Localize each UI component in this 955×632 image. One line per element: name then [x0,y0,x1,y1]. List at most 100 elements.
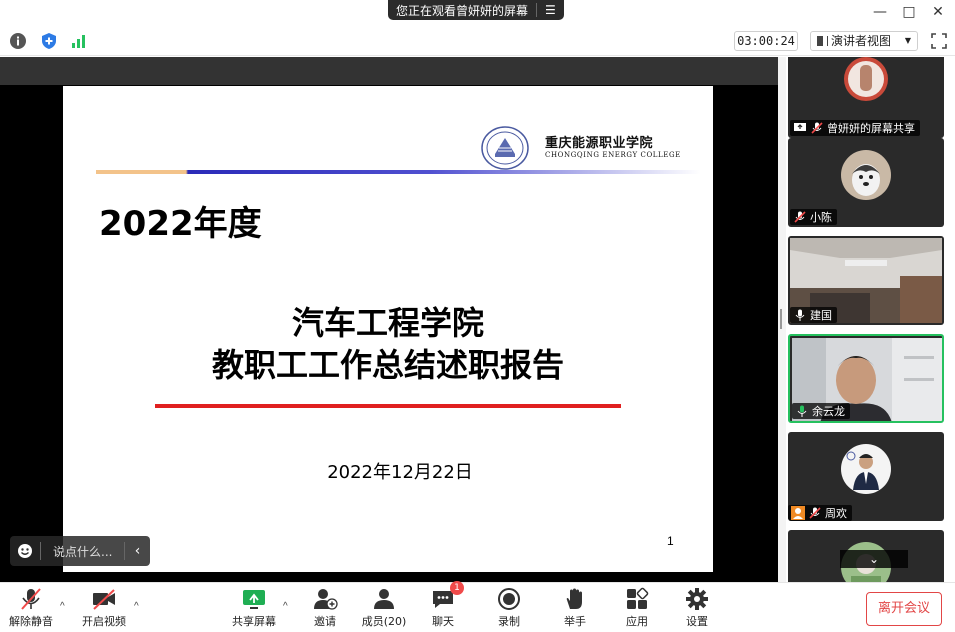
members-icon [374,589,394,609]
mic-muted-icon [794,211,806,223]
mic-muted-icon [21,588,41,610]
avatar [841,444,891,494]
shared-screen-area: 重庆能源职业学院 CHONGQING ENERGY COLLEGE 2022年度… [0,57,778,582]
slide-date: 2022年12月22日 [327,462,473,483]
maximize-icon[interactable]: □ [899,3,919,21]
participant-tile[interactable]: ⌄ [788,530,944,582]
mic-speaking-icon [797,405,807,417]
participant-name: 曾妍妍的屏幕共享 [827,122,915,135]
leave-meeting-button[interactable]: 离开会议 [866,592,942,626]
presentation-slide: 重庆能源职业学院 CHONGQING ENERGY COLLEGE 2022年度… [63,86,713,572]
view-mode-dropdown[interactable]: 演讲者视图 ▼ [810,31,918,51]
participant-name: 建国 [810,309,832,322]
panel-collapse-handle[interactable] [778,57,786,582]
divider [536,3,538,17]
chevron-down-icon[interactable]: ⌄ [840,550,908,568]
chevron-up-icon[interactable]: ^ [283,601,288,612]
participant-name-tag: 曾妍妍的屏幕共享 [790,120,920,136]
meeting-toolbar: 解除静音 ^ 开启视频 ^ 共享屏幕 ^ 邀请 成员(20) 1 聊天 录制 举… [0,581,955,632]
slide-header-line [96,170,701,174]
participant-name: 周欢 [825,507,847,520]
view-mode-label: 演讲者视图 [831,34,892,48]
info-bar: 03:00:24 演讲者视图 ▼ [0,26,955,56]
college-name-cn: 重庆能源职业学院 [545,136,654,151]
participant-tile[interactable]: 建国 [788,236,944,325]
share-banner[interactable]: 您正在观看曾妍妍的屏幕 ☰ [388,0,564,20]
record-button[interactable]: 录制 [496,587,522,631]
unmute-label: 解除静音 [9,615,53,628]
list-icon[interactable]: ☰ [545,3,556,17]
participant-name: 余云龙 [812,405,845,418]
invite-label: 邀请 [314,615,336,628]
participant-name-tag: 建国 [790,307,837,323]
signal-strength-icon[interactable] [70,32,88,50]
slide-title-line2: 教职工工作总结述职报告 [211,346,564,384]
college-logo: 重庆能源职业学院 CHONGQING ENERGY COLLEGE [481,126,680,170]
college-seal-icon [481,126,529,170]
raise-hand-icon [566,588,582,609]
gear-icon [686,588,708,610]
chat-button[interactable]: 1 聊天 [430,581,464,631]
participant-tile[interactable]: 周欢 [788,432,944,521]
chat-unread-badge: 1 [450,581,464,595]
slide-year: 2022年度 [99,204,262,244]
share-screen-button[interactable]: 共享屏幕 [230,587,278,631]
share-screen-label: 共享屏幕 [232,615,276,628]
settings-button[interactable]: 设置 [684,587,710,631]
info-icon[interactable] [9,32,27,50]
title-bar: 您正在观看曾妍妍的屏幕 ☰ — □ ✕ [0,0,955,26]
college-name-en: CHONGQING ENERGY COLLEGE [545,151,681,159]
participant-panel: 曾妍妍的屏幕共享 小陈 建国 余云龙 周欢 ⌄ [778,57,955,582]
settings-label: 设置 [686,615,708,628]
participant-name-tag: 周欢 [788,505,852,521]
avatar [841,150,891,200]
speaker-view-icon [817,36,827,46]
apps-button[interactable]: 应用 [624,587,650,631]
apps-label: 应用 [626,615,648,628]
host-icon [791,506,805,520]
members-label: 成员(20) [361,615,407,628]
mic-icon [795,309,805,321]
fullscreen-icon[interactable] [930,32,948,50]
chevron-up-icon[interactable]: ^ [134,601,139,612]
screen-share-icon [794,123,806,131]
chevron-left-icon[interactable]: ‹ [124,542,150,560]
slide-red-divider [155,404,621,408]
share-screen-icon [243,590,265,609]
share-banner-text: 您正在观看曾妍妍的屏幕 [396,3,529,18]
add-user-icon [314,589,338,610]
raise-hand-button[interactable]: 举手 [562,587,588,631]
start-video-label: 开启视频 [82,615,126,628]
apps-icon [627,587,649,609]
chat-icon: 1 [430,581,464,611]
emoji-icon[interactable] [10,536,40,566]
participant-name-tag: 余云龙 [792,403,850,419]
chevron-up-icon[interactable]: ^ [60,601,65,612]
record-icon [498,588,520,610]
raise-hand-label: 举手 [564,615,586,628]
chevron-down-icon: ▼ [904,36,911,45]
video-off-icon [93,589,115,610]
quick-chat-input[interactable]: 说点什么... [41,543,124,560]
participant-tile[interactable]: 小陈 [788,138,944,227]
shared-screen-topband [0,57,778,85]
unmute-button[interactable]: 解除静音 [8,587,54,631]
slide-title-line1: 汽车工程学院 [291,304,484,342]
mic-muted-icon [809,507,821,519]
quick-chat-bar[interactable]: 说点什么... ‹ [10,536,150,566]
minimize-icon[interactable]: — [870,3,890,21]
security-shield-icon[interactable] [40,32,58,50]
participant-tile[interactable]: 曾妍妍的屏幕共享 [788,57,944,138]
participant-name-tag: 小陈 [790,209,837,225]
participant-tile-active-speaker[interactable]: 余云龙 [788,334,944,423]
participant-name: 小陈 [810,211,832,224]
record-label: 录制 [498,615,520,628]
members-button[interactable]: 成员(20) [362,587,406,631]
start-video-button[interactable]: 开启视频 [80,587,128,631]
mic-muted-icon [811,122,823,134]
chat-label: 聊天 [432,615,454,628]
close-icon[interactable]: ✕ [928,3,948,21]
invite-button[interactable]: 邀请 [310,587,340,631]
meeting-timer: 03:00:24 [734,31,798,51]
slide-page-number: 1 [667,534,674,548]
